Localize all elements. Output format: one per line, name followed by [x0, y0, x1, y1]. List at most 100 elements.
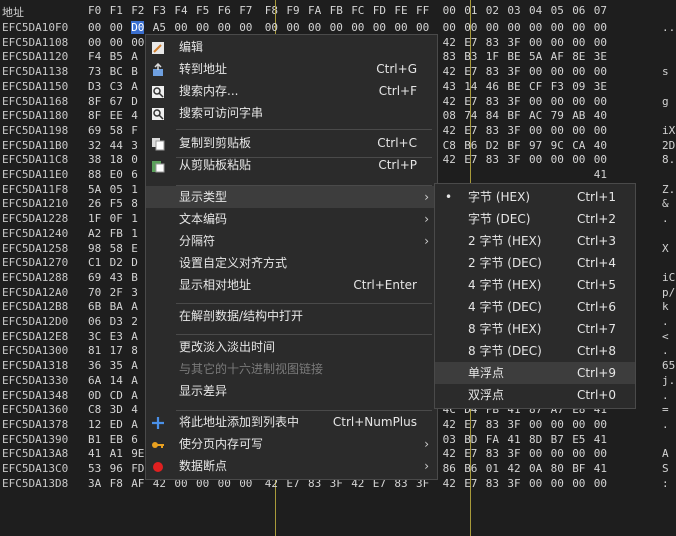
hex-byte[interactable]: 14: [110, 374, 123, 387]
hex-byte[interactable]: A5: [153, 21, 166, 34]
hex-byte[interactable]: 00: [529, 65, 542, 78]
hex-byte[interactable]: 00: [572, 477, 585, 490]
hex-byte[interactable]: 3F: [507, 65, 520, 78]
hex-byte[interactable]: 00: [529, 21, 542, 34]
hex-byte[interactable]: 3F: [507, 36, 520, 49]
hex-byte[interactable]: 12: [88, 418, 101, 431]
hex-byte[interactable]: 0F: [110, 212, 123, 225]
hex-byte[interactable]: 98: [88, 242, 101, 255]
hex-byte[interactable]: BA: [110, 300, 123, 313]
hex-byte[interactable]: BF: [507, 139, 520, 152]
hex-byte[interactable]: 8E: [572, 50, 585, 63]
hex-byte[interactable]: 00: [572, 153, 585, 166]
hex-byte[interactable]: 00: [265, 21, 278, 34]
hex-byte[interactable]: 88: [88, 168, 101, 181]
hex-byte[interactable]: 00: [551, 418, 564, 431]
hex-byte[interactable]: 00: [330, 21, 343, 34]
hex-byte[interactable]: 3E: [594, 50, 607, 63]
hex-byte[interactable]: A: [131, 330, 138, 343]
context-menu-item[interactable]: 与其它的十六进制视图链接: [146, 358, 437, 380]
hex-byte[interactable]: 42: [443, 477, 456, 490]
hex-byte[interactable]: 8F: [88, 109, 101, 122]
hex-byte[interactable]: 3A: [88, 477, 101, 490]
row-address[interactable]: EFC5DA1348: [2, 389, 68, 402]
hex-byte[interactable]: 97: [529, 139, 542, 152]
hex-byte[interactable]: B1: [88, 433, 101, 446]
hex-byte[interactable]: A: [131, 374, 138, 387]
row-address[interactable]: EFC5DA1258: [2, 242, 68, 255]
hex-byte[interactable]: 00: [572, 418, 585, 431]
hex-byte[interactable]: 00: [551, 65, 564, 78]
hex-byte[interactable]: AF: [131, 477, 144, 490]
hex-byte[interactable]: B3: [464, 50, 477, 63]
hex-byte[interactable]: 40: [594, 139, 607, 152]
row-address[interactable]: EFC5DA1240: [2, 227, 68, 240]
hex-byte[interactable]: 83: [486, 153, 499, 166]
hex-byte[interactable]: 00: [110, 36, 123, 49]
hex-byte[interactable]: 83: [486, 65, 499, 78]
hex-byte[interactable]: 8D: [529, 433, 542, 446]
hex-byte[interactable]: 40: [594, 109, 607, 122]
hex-byte[interactable]: 00: [594, 65, 607, 78]
hex-byte[interactable]: 0D: [88, 389, 101, 402]
hex-byte[interactable]: 6B: [88, 300, 101, 313]
submenu-item[interactable]: 单浮点 Ctrl+9: [435, 362, 635, 384]
hex-byte[interactable]: 00: [551, 447, 564, 460]
hex-byte[interactable]: 0A: [529, 462, 542, 475]
row-address[interactable]: EFC5DA13A8: [2, 447, 68, 460]
hex-byte[interactable]: 4: [131, 109, 138, 122]
hex-byte[interactable]: 00: [88, 21, 101, 34]
hex-byte[interactable]: 00: [572, 447, 585, 460]
hex-byte[interactable]: 9C: [551, 139, 564, 152]
hex-byte[interactable]: 3F: [507, 477, 520, 490]
hex-byte[interactable]: 00: [594, 447, 607, 460]
row-address[interactable]: EFC5DA1330: [2, 374, 68, 387]
hex-byte[interactable]: D2: [486, 139, 499, 152]
row-address[interactable]: EFC5DA1150: [2, 80, 68, 93]
hex-byte[interactable]: 00: [507, 21, 520, 34]
hex-byte[interactable]: 00: [351, 21, 364, 34]
hex-byte[interactable]: 58: [110, 242, 123, 255]
submenu-item[interactable]: 字节 (DEC) Ctrl+2: [435, 208, 635, 230]
context-menu-item[interactable]: 在解剖数据/结构中打开: [146, 305, 437, 327]
context-menu-item[interactable]: 数据断点 ›: [146, 455, 437, 477]
hex-byte[interactable]: 8: [131, 197, 138, 210]
hex-byte[interactable]: E7: [464, 65, 477, 78]
hex-byte[interactable]: 83: [486, 418, 499, 431]
hex-byte[interactable]: BD: [464, 433, 477, 446]
submenu-item[interactable]: 8 字节 (DEC) Ctrl+8: [435, 340, 635, 362]
hex-byte[interactable]: 4: [131, 403, 138, 416]
hex-byte[interactable]: 00: [551, 153, 564, 166]
hex-byte[interactable]: CF: [529, 80, 542, 93]
hex-byte[interactable]: 3E: [594, 80, 607, 93]
hex-byte[interactable]: 2: [131, 315, 138, 328]
hex-byte[interactable]: 83: [486, 477, 499, 490]
hex-byte[interactable]: 3D: [110, 403, 123, 416]
row-address[interactable]: EFC5DA1198: [2, 124, 68, 137]
context-menu-item[interactable]: 使分页内存可写 ›: [146, 433, 437, 455]
hex-byte[interactable]: BF: [572, 462, 585, 475]
hex-byte[interactable]: D: [131, 256, 138, 269]
hex-byte[interactable]: 83: [486, 124, 499, 137]
hex-byte[interactable]: E7: [464, 124, 477, 137]
submenu-item[interactable]: 8 字节 (HEX) Ctrl+7: [435, 318, 635, 340]
hex-byte[interactable]: FA: [486, 433, 499, 446]
hex-byte[interactable]: 86: [443, 462, 456, 475]
hex-byte[interactable]: D2: [110, 256, 123, 269]
hex-byte[interactable]: E0: [110, 168, 123, 181]
hex-byte[interactable]: A: [131, 389, 138, 402]
hex-byte[interactable]: 3F: [507, 124, 520, 137]
hex-byte[interactable]: E7: [464, 153, 477, 166]
row-address[interactable]: EFC5DA11B0: [2, 139, 68, 152]
hex-byte[interactable]: 00: [551, 95, 564, 108]
submenu-item[interactable]: • 字节 (HEX) Ctrl+1: [435, 186, 635, 208]
hex-byte[interactable]: E7: [464, 36, 477, 49]
hex-byte[interactable]: 36: [88, 359, 101, 372]
hex-byte[interactable]: E5: [572, 433, 585, 446]
context-menu-item[interactable]: 更改淡入淡出时间: [146, 336, 437, 358]
hex-byte[interactable]: A1: [110, 447, 123, 460]
hex-byte[interactable]: AF: [551, 50, 564, 63]
hex-byte[interactable]: A: [131, 80, 138, 93]
hex-byte[interactable]: 58: [110, 124, 123, 137]
hex-byte[interactable]: 00: [286, 21, 299, 34]
